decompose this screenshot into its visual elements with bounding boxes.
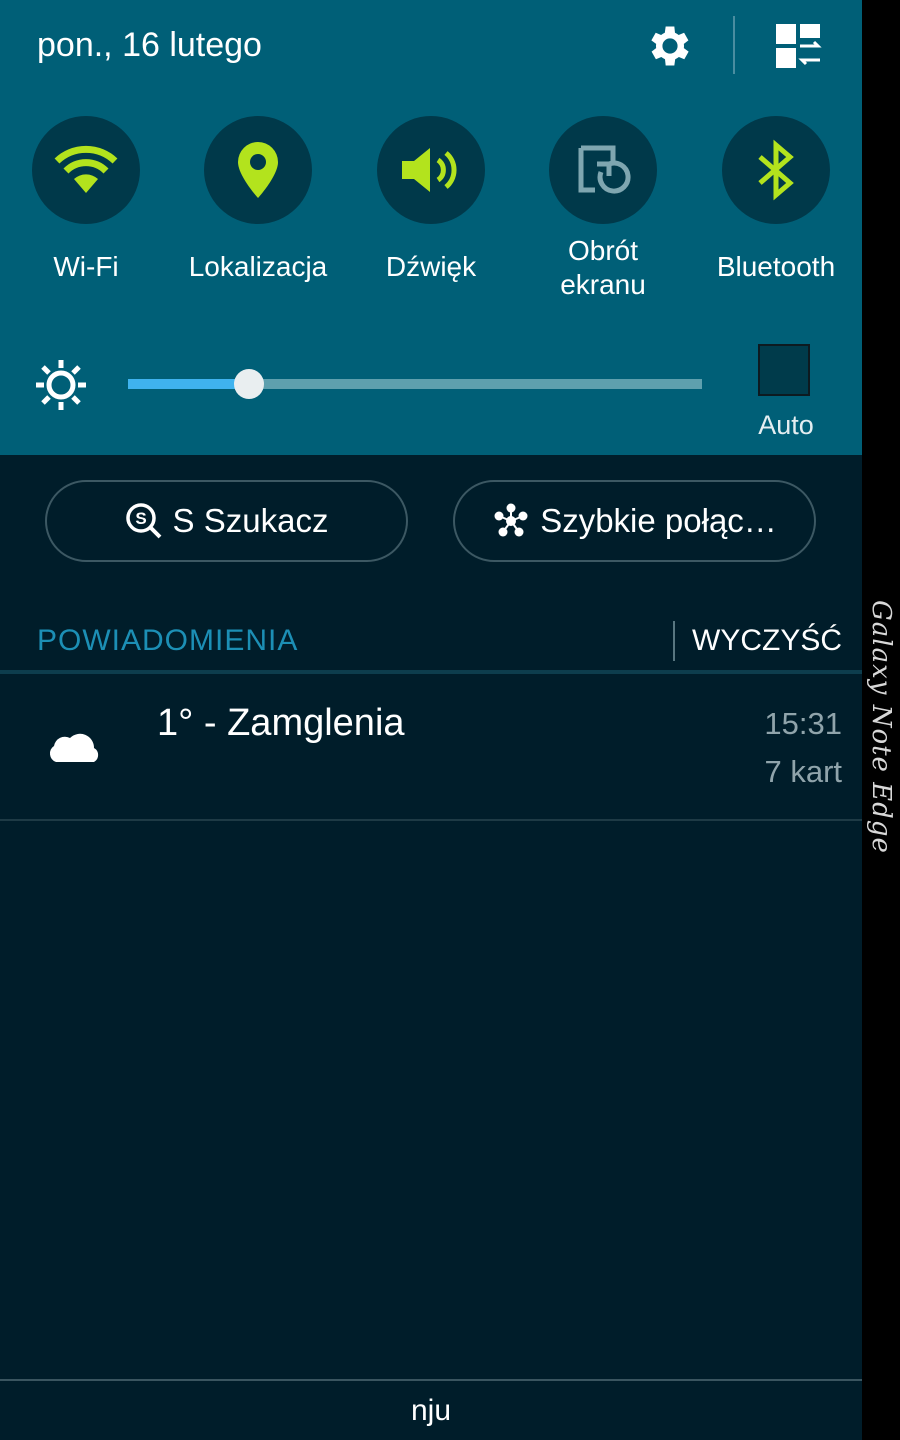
- toggle-label: Wi-Fi: [53, 251, 119, 282]
- brightness-slider-fill: [128, 379, 249, 389]
- toggle-screen-rotation[interactable]: Obrót ekranu: [517, 116, 689, 316]
- notifications-header: POWIADOMIENIA: [37, 624, 299, 657]
- carrier-label: nju: [410, 1394, 452, 1427]
- toggle-circle: [204, 116, 312, 224]
- clear-notifications-button[interactable]: WYCZYŚĆ: [692, 624, 842, 658]
- quick-settings-panel: pon., 16 lutego Wi-Fi Lokalizacja Dźwięk…: [0, 0, 862, 455]
- toggle-label: Dźwięk: [385, 251, 477, 282]
- date-label: pon., 16 lutego: [37, 26, 262, 64]
- toggle-label-line1: Obrót: [567, 235, 639, 266]
- settings-button[interactable]: [638, 14, 702, 78]
- toggle-circle: [549, 116, 657, 224]
- toggle-circle: [377, 116, 485, 224]
- notification-subtitle: 7 kart: [764, 754, 842, 789]
- carrier-divider: [0, 1379, 862, 1381]
- toggle-label: Obrót ekranu: [507, 234, 699, 302]
- quick-connect-label: Szybkie połąc…: [540, 502, 777, 539]
- toggle-label-line2: ekranu: [560, 269, 646, 300]
- location-pin-icon: [238, 142, 278, 198]
- notification-shade: pon., 16 lutego Wi-Fi Lokalizacja Dźwięk…: [0, 0, 862, 1440]
- s-finder-search-icon: S: [125, 502, 163, 540]
- notification-item-weather[interactable]: 1° - Zamglenia 15:31 7 kart: [0, 674, 862, 820]
- toggle-circle: [32, 116, 140, 224]
- quick-panel-edit-icon: [776, 24, 822, 68]
- toggle-location[interactable]: Lokalizacja: [172, 116, 344, 316]
- edge-screen-text: Galaxy Note Edge: [866, 600, 896, 854]
- notification-title: 1° - Zamglenia: [157, 702, 405, 744]
- edit-quick-panel-button[interactable]: [766, 14, 830, 78]
- toggle-circle: [722, 116, 830, 224]
- header-divider: [733, 16, 735, 74]
- speaker-icon: [402, 148, 457, 192]
- clear-divider: [673, 621, 675, 661]
- brightness-icon: [34, 358, 88, 412]
- notification-time: 15:31: [764, 706, 842, 741]
- s-finder-button[interactable]: S S Szukacz: [45, 480, 408, 562]
- toggle-label: Lokalizacja: [188, 251, 328, 282]
- screen-rotation-icon: [578, 145, 631, 194]
- notification-divider: [0, 819, 862, 821]
- auto-brightness-checkbox[interactable]: [758, 344, 810, 396]
- s-finder-label: S Szukacz: [172, 502, 329, 539]
- svg-text:S: S: [135, 509, 146, 528]
- brightness-slider[interactable]: [128, 369, 702, 399]
- quick-connect-icon: [492, 502, 530, 540]
- cloud-icon: [49, 733, 99, 762]
- wifi-icon: [54, 145, 118, 193]
- edge-screen-label: Galaxy Note Edge: [862, 600, 900, 854]
- toggle-sound[interactable]: Dźwięk: [345, 116, 517, 316]
- toggle-wifi[interactable]: Wi-Fi: [0, 116, 172, 316]
- toggle-bluetooth[interactable]: Bluetooth: [690, 116, 862, 316]
- auto-brightness-label: Auto: [758, 410, 814, 440]
- brightness-slider-thumb[interactable]: [234, 369, 264, 399]
- toggle-label: Bluetooth: [716, 251, 836, 282]
- gear-icon: [651, 26, 689, 66]
- quick-connect-button[interactable]: Szybkie połąc…: [453, 480, 816, 562]
- bluetooth-icon: [758, 139, 794, 201]
